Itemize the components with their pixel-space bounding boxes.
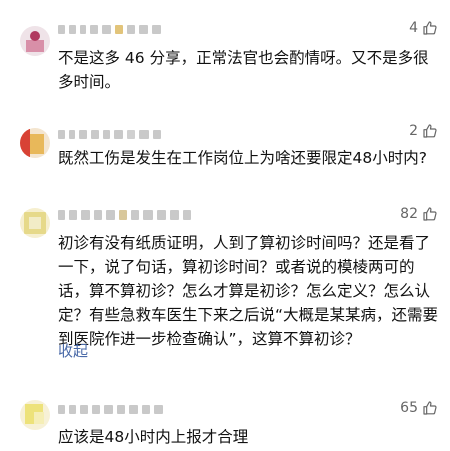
thumbs-up-icon	[423, 207, 437, 221]
comment-text: 初诊有没有纸质证明，人到了算初诊时间吗？还是看了一下，说了句话，算初诊时间？或者…	[58, 234, 439, 348]
thumbs-up-icon	[423, 21, 437, 35]
thumbs-up-icon	[423, 401, 437, 415]
like-count: 4	[409, 20, 418, 36]
username-blurred[interactable]	[58, 24, 161, 34]
avatar[interactable]	[20, 128, 50, 158]
like-count: 65	[400, 400, 418, 416]
comment-text: 不是这多 46 分享，正常法官也会酌情呀。又不是多很多时间。	[58, 49, 429, 91]
comment-text: 应该是48小时内上报才合理	[58, 428, 249, 446]
thumbs-up-icon	[423, 124, 437, 138]
like-button[interactable]: 65	[400, 400, 438, 416]
like-button[interactable]: 4	[409, 20, 438, 36]
avatar[interactable]	[20, 26, 50, 56]
avatar[interactable]	[20, 400, 50, 430]
username-blurred[interactable]	[58, 210, 191, 220]
like-button[interactable]: 2	[409, 123, 438, 139]
like-count: 2	[409, 123, 418, 139]
like-button[interactable]: 82	[400, 206, 438, 222]
comment-text: 既然工伤是发生在工作岗位上为啥还要限定48小时内?	[58, 149, 427, 167]
username-blurred[interactable]	[58, 129, 161, 139]
avatar[interactable]	[20, 208, 50, 238]
collapse-link[interactable]: 收起	[58, 340, 88, 361]
like-count: 82	[400, 206, 418, 222]
username-blurred[interactable]	[58, 404, 163, 414]
